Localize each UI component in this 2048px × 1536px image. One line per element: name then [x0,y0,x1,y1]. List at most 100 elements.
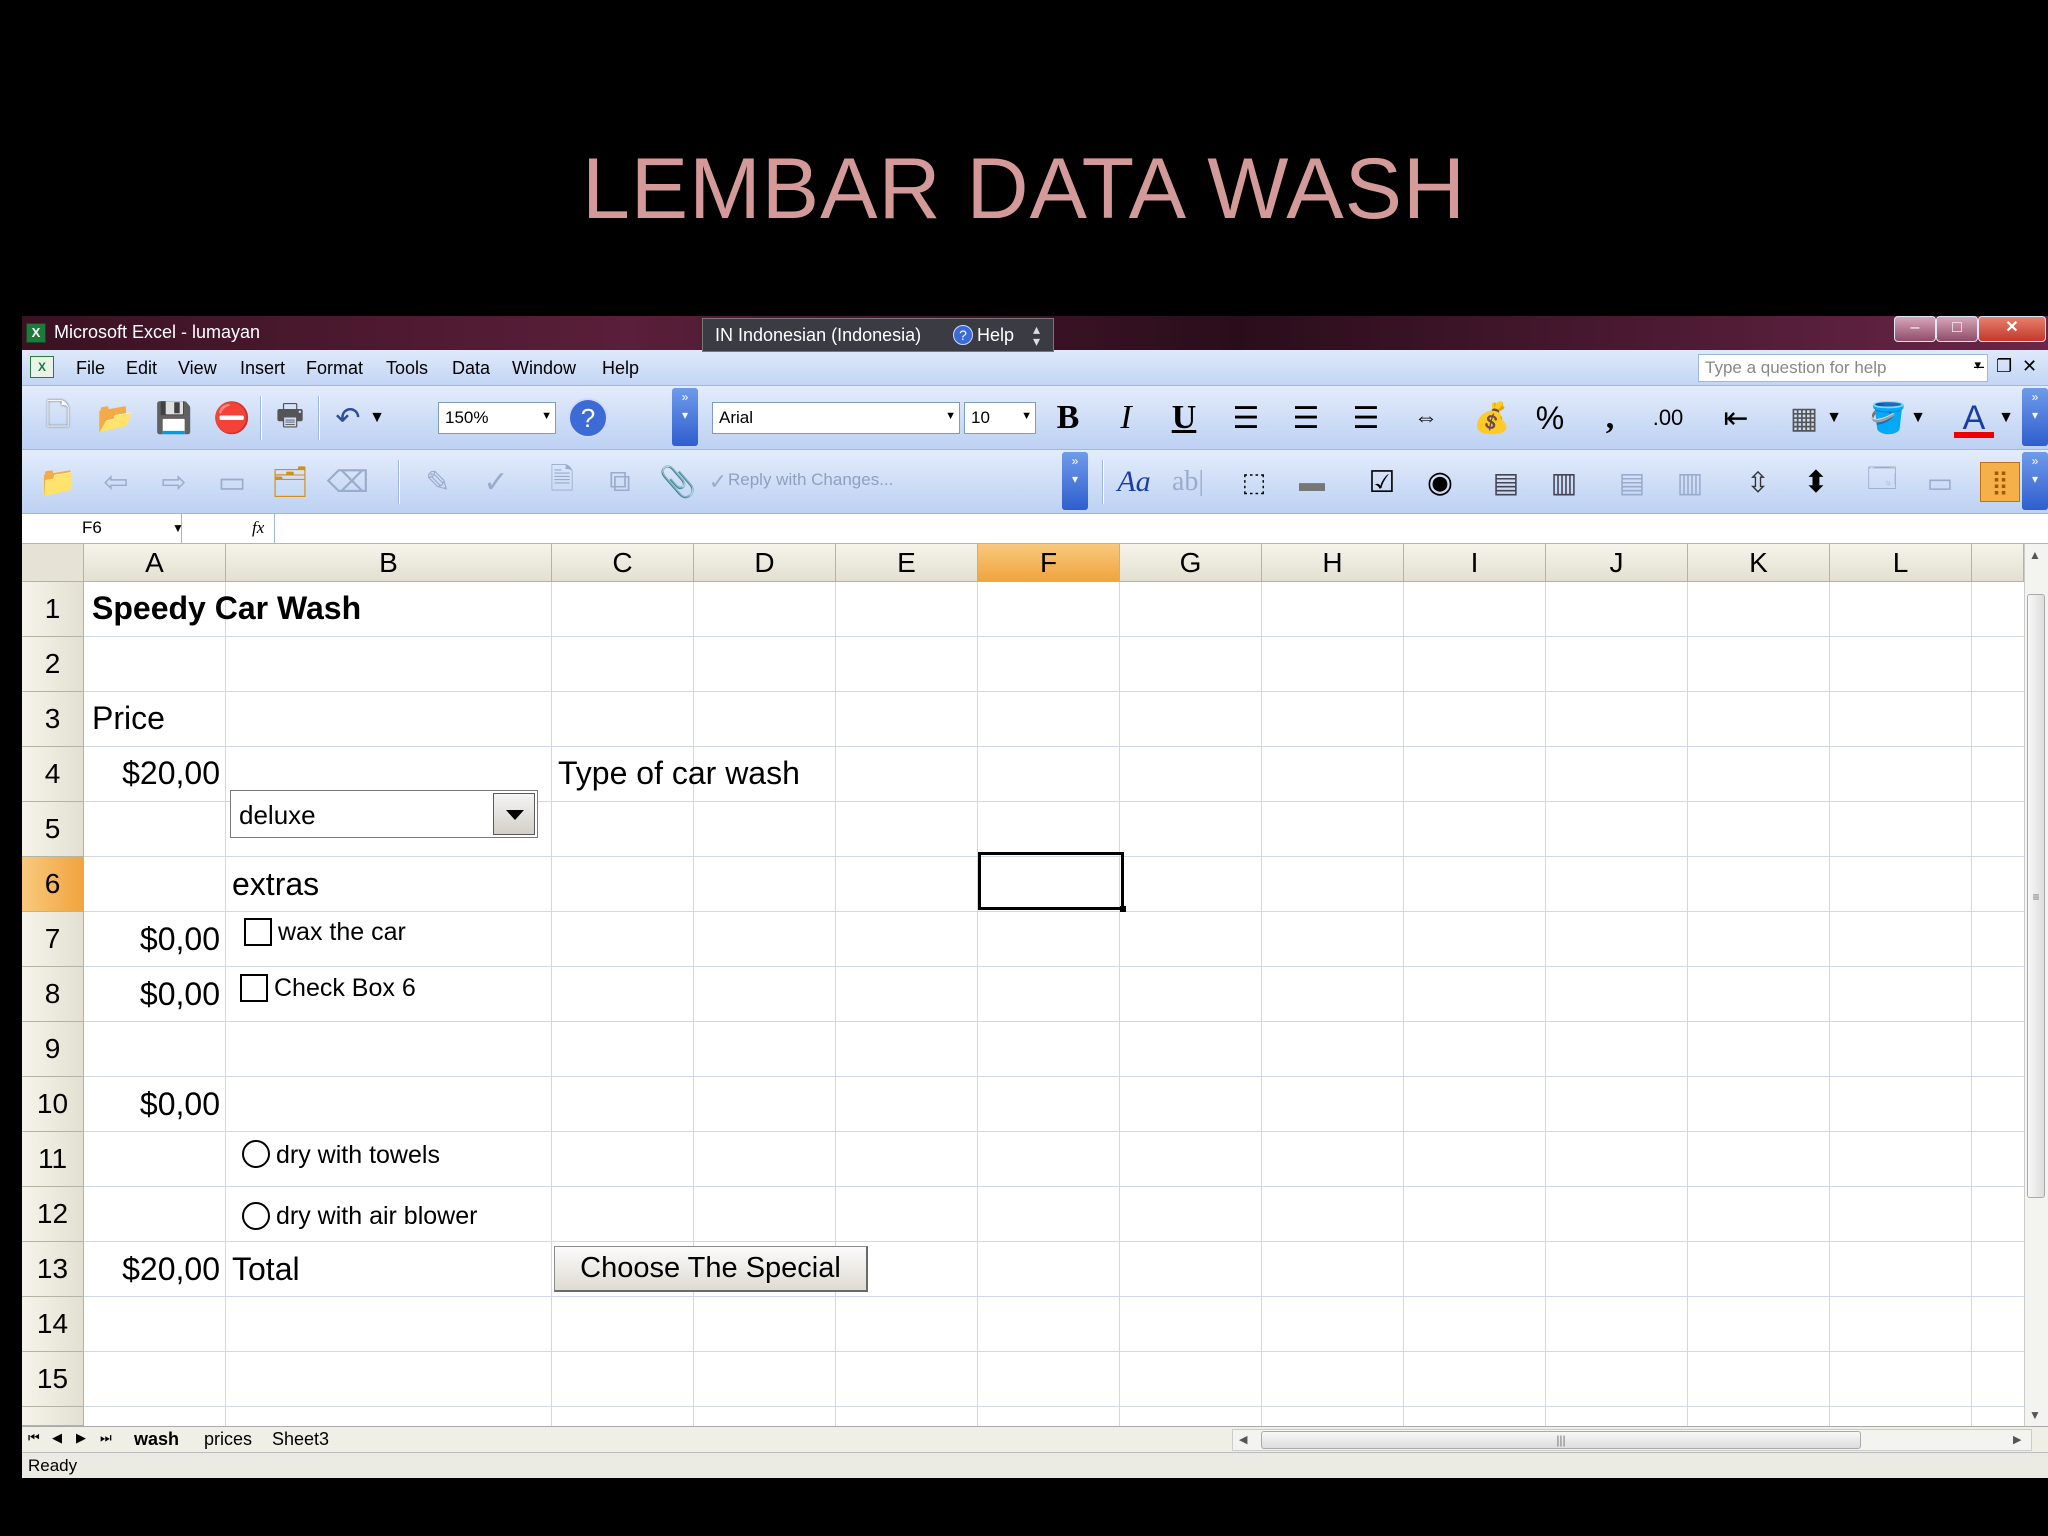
toolbar-overflow-icon[interactable]: » ▾ [2022,452,2048,510]
option-button-icon[interactable]: ◉ [1420,462,1460,502]
scroll-down-icon[interactable]: ▼ [2029,1408,2041,1422]
column-header-c[interactable]: C [552,544,694,582]
print-icon[interactable]: 🖶 [270,398,310,438]
font-color-dropdown-icon[interactable]: ▼ [1994,398,2018,438]
label-control-icon[interactable]: Aa [1114,462,1154,502]
first-sheet-icon[interactable]: ⏮ [28,1430,40,1446]
fill-color-dropdown-icon[interactable]: ▼ [1906,398,1930,438]
name-box[interactable]: F6 ▼ [22,514,184,544]
cell-a8[interactable]: $0,00 [84,976,220,1013]
chevron-down-icon[interactable]: ▼ [1021,410,1032,422]
cell-b13[interactable]: Total [232,1251,300,1288]
toggle-grid-icon[interactable]: ⣿ [1980,462,2020,502]
cell-b6[interactable]: extras [232,866,319,903]
cell-a1[interactable]: Speedy Car Wash [92,590,361,627]
horizontal-scroll-thumb[interactable]: ||| [1261,1431,1861,1449]
dry-towels-label[interactable]: dry with towels [276,1141,440,1170]
scroll-right-icon[interactable]: ▶ [2013,1433,2021,1446]
chevron-down-icon[interactable]: ▼ [945,410,956,422]
column-header-l[interactable]: L [1830,544,1972,582]
menu-edit[interactable]: Edit [126,358,157,379]
new-document-icon[interactable]: 🗋 [38,398,78,438]
bold-button[interactable]: B [1048,398,1088,438]
font-name-select[interactable]: Arial ▼ [712,402,960,434]
save-icon[interactable]: 💾 [154,398,194,438]
font-size-select[interactable]: 10 ▼ [964,402,1036,434]
dry-towels-radio[interactable] [242,1140,270,1168]
horizontal-scrollbar[interactable]: ◀ ||| ▶ [1232,1429,2032,1451]
menu-format[interactable]: Format [306,358,363,379]
row-header-13[interactable]: 13 [22,1242,84,1297]
dry-blower-radio[interactable] [242,1202,270,1230]
column-header-a[interactable]: A [84,544,226,582]
zoom-select[interactable]: 150% ▼ [438,402,556,434]
doc-close-icon[interactable]: ✕ [2022,356,2037,377]
doc-restore-icon[interactable]: ❐ [1996,356,2012,377]
fill-color-icon[interactable]: 🪣 [1868,398,1908,438]
align-right-icon[interactable]: ☰ [1346,398,1386,438]
row-header-5[interactable]: 5 [22,802,84,857]
row-header-15[interactable]: 15 [22,1352,84,1407]
column-header-e[interactable]: E [836,544,978,582]
borders-dropdown-icon[interactable]: ▼ [1822,398,1846,438]
cell-a7[interactable]: $0,00 [84,921,220,958]
row-header-8[interactable]: 8 [22,967,84,1022]
row-header-14[interactable]: 14 [22,1297,84,1352]
menu-data[interactable]: Data [452,358,490,379]
check-box-6[interactable] [240,974,268,1002]
align-center-icon[interactable]: ☰ [1286,398,1326,438]
comma-style-button[interactable]: , [1590,398,1630,438]
minimize-button[interactable]: – [1894,316,1936,342]
sheet-tab-sheet3[interactable]: Sheet3 [272,1429,329,1450]
undo-dropdown-icon[interactable]: ▼ [362,398,392,438]
row-header-7[interactable]: 7 [22,912,84,967]
help-icon[interactable]: ? [953,325,973,345]
chevron-down-icon[interactable] [493,793,535,835]
row-header-11[interactable]: 11 [22,1132,84,1187]
percent-button[interactable]: % [1530,398,1570,438]
scroll-bar-icon[interactable]: ⇳ [1738,462,1778,502]
menu-tools[interactable]: Tools [386,358,428,379]
selected-cell-f6[interactable] [978,852,1126,912]
folder-icon[interactable]: 📁 [38,462,78,502]
wash-type-combo[interactable]: deluxe [230,790,538,838]
chevron-down-icon[interactable]: ▼ [541,410,552,422]
permission-icon[interactable]: ⛔ [212,398,252,438]
cell-a13[interactable]: $20,00 [84,1251,220,1288]
language-bar-options-icon[interactable]: ▴ ▾ [1033,322,1040,348]
column-header-b[interactable]: B [226,544,552,582]
toolbar-overflow-icon[interactable]: » ▾ [672,388,698,446]
column-header-i[interactable]: I [1404,544,1546,582]
merge-center-icon[interactable]: ⇔ [1406,398,1446,438]
combo-box-icon[interactable]: ▥ [1544,462,1584,502]
vertical-scrollbar[interactable]: ▲ ≡ ▼ [2024,544,2048,1426]
toolbar-overflow-icon[interactable]: » ▾ [2022,388,2048,446]
group-box-icon[interactable]: ⬚ [1234,462,1274,502]
open-folder-icon[interactable]: 📂 [96,398,136,438]
help-icon[interactable]: ? [568,398,608,438]
row-header-6[interactable]: 6 [22,857,84,912]
checkbox-control-icon[interactable]: ☑ [1362,462,1402,502]
menu-file[interactable]: File [76,358,105,379]
toolbar-overflow-icon[interactable]: » ▾ [1062,452,1088,510]
column-header-k[interactable]: K [1688,544,1830,582]
spinner-icon[interactable]: ⬍ [1796,462,1836,502]
scroll-left-icon[interactable]: ◀ [1239,1433,1247,1446]
dry-blower-label[interactable]: dry with air blower [276,1202,477,1231]
chevron-down-icon[interactable]: ▼ [172,521,184,535]
help-question-input[interactable]: Type a question for help ▾ [1698,354,1988,382]
last-sheet-icon[interactable]: ⏭ [100,1430,112,1446]
row-header-10[interactable]: 10 [22,1077,84,1132]
column-header-g[interactable]: G [1120,544,1262,582]
show-all-comments-icon[interactable]: 🗂 [270,462,310,502]
vertical-scroll-thumb[interactable]: ≡ [2027,594,2045,1198]
align-left-icon[interactable]: ☰ [1226,398,1266,438]
language-bar-help[interactable]: Help [977,325,1014,346]
borders-icon[interactable]: ▦ [1784,398,1824,438]
increase-decimal-icon[interactable]: .00 [1648,398,1688,438]
cell-a3[interactable]: Price [92,700,165,737]
menu-insert[interactable]: Insert [240,358,285,379]
row-header-9[interactable]: 9 [22,1022,84,1077]
row-header-4[interactable]: 4 [22,747,84,802]
font-color-icon[interactable]: A [1954,398,1994,438]
